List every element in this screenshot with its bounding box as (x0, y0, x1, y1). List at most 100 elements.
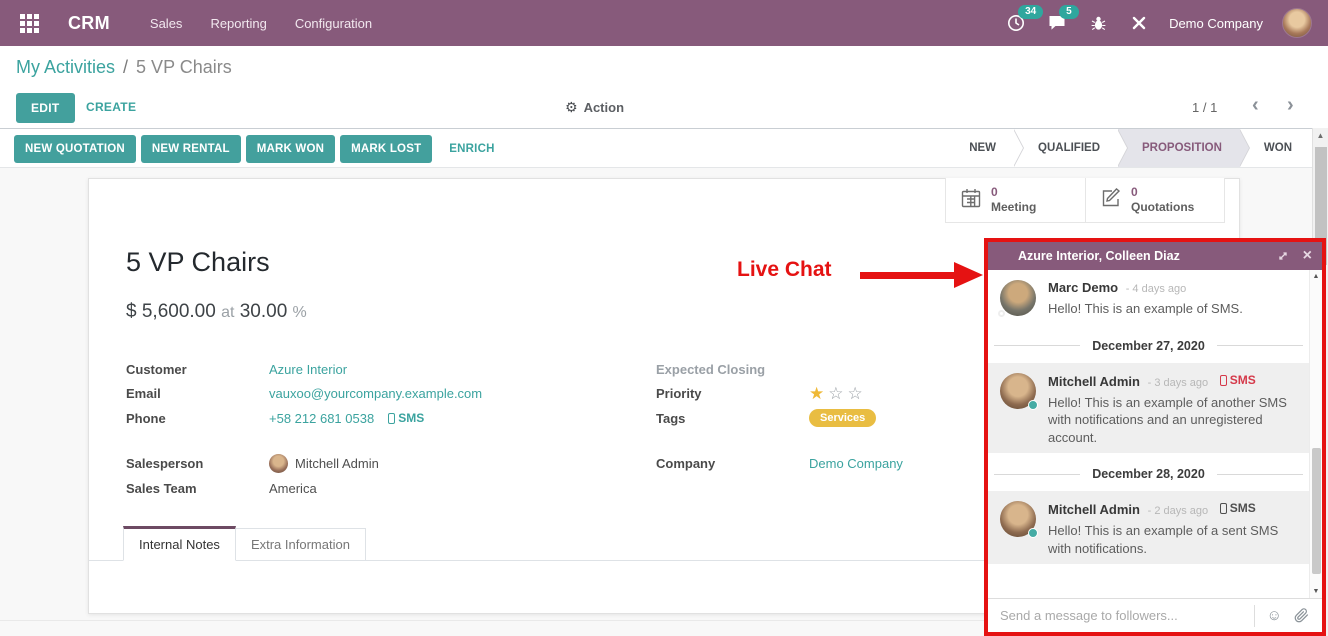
enrich-button[interactable]: ENRICH (449, 143, 494, 155)
priority-star-2-icon[interactable]: ☆ (828, 384, 843, 404)
new-rental-button[interactable]: NEW RENTAL (141, 135, 241, 163)
expand-icon[interactable] (1277, 250, 1289, 262)
apps-grid-icon[interactable] (16, 10, 42, 36)
expected-revenue: $ 5,600.00 (126, 301, 216, 322)
pager-next-icon[interactable]: › (1287, 94, 1294, 117)
menu-sales[interactable]: Sales (150, 16, 183, 31)
attachment-paperclip-icon[interactable] (1294, 608, 1322, 623)
crm-app-screen: CRM Sales Reporting Configuration 34 5 (0, 0, 1328, 636)
stat-button-box: 0 Meeting 0 Quotations (945, 178, 1225, 223)
sales-team-label: Sales Team (126, 481, 269, 496)
phone-icon (1220, 375, 1227, 386)
menu-configuration[interactable]: Configuration (295, 16, 372, 31)
chat-scrollbar-thumb[interactable] (1312, 448, 1321, 574)
meeting-stat-button[interactable]: 0 Meeting (945, 178, 1085, 223)
lead-title: 5 VP Chairs (126, 247, 270, 278)
at-word: at (221, 304, 234, 321)
priority-label: Priority (656, 386, 809, 401)
mitchell-admin-avatar (1000, 501, 1036, 537)
phone-value-link[interactable]: +58 212 681 0538 (269, 411, 374, 426)
company-value-link[interactable]: Demo Company (809, 456, 903, 471)
customer-value-link[interactable]: Azure Interior (269, 362, 347, 377)
priority-star-1-icon[interactable]: ★ (809, 384, 824, 404)
priority-star-3-icon[interactable]: ☆ (848, 384, 863, 404)
tab-internal-notes[interactable]: Internal Notes (123, 526, 236, 561)
messages-bubble-icon[interactable]: 5 (1046, 12, 1068, 34)
stage-new[interactable]: NEW (945, 129, 1014, 167)
sms-flag: SMS (1220, 372, 1256, 389)
form-statusbar: NEW QUOTATION NEW RENTAL MARK WON MARK L… (0, 128, 1328, 168)
chat-message: Mitchell Admin - 2 days ago SMS Hello! T… (988, 491, 1309, 564)
chat-message: Marc Demo - 4 days ago Hello! This is an… (988, 270, 1309, 325)
message-text: Hello! This is an example of SMS. (1048, 300, 1298, 318)
stage-won[interactable]: WON (1240, 129, 1310, 167)
email-field: Email vauxoo@yourcompany.example.com (126, 382, 546, 407)
chat-header[interactable]: Azure Interior, Colleen Diaz × (988, 242, 1322, 270)
message-author: Mitchell Admin (1048, 502, 1140, 517)
message-timestamp: - 3 days ago (1148, 377, 1209, 389)
message-author: Marc Demo (1048, 280, 1118, 295)
edit-button[interactable]: EDIT (16, 93, 75, 123)
live-chat-window: Azure Interior, Colleen Diaz × Marc Demo… (988, 242, 1322, 632)
mark-won-button[interactable]: MARK WON (246, 135, 335, 163)
close-icon[interactable]: × (1303, 248, 1312, 264)
breadcrumb-parent-link[interactable]: My Activities (16, 57, 115, 78)
emoji-icon[interactable]: ☺ (1255, 607, 1294, 624)
annotation-arrow-line (860, 272, 956, 279)
chat-scrollbar[interactable]: ▲ ▼ (1309, 270, 1322, 598)
sales-team-value: America (269, 481, 317, 496)
online-status-icon (1028, 528, 1038, 538)
company-switcher[interactable]: Demo Company (1169, 16, 1263, 31)
breadcrumb: My Activities / 5 VP Chairs (0, 46, 1328, 88)
live-chat-annotation-outline: Azure Interior, Colleen Diaz × Marc Demo… (984, 238, 1326, 636)
chat-message: Mitchell Admin - 3 days ago SMS Hello! T… (988, 363, 1309, 454)
scroll-up-icon[interactable]: ▲ (1310, 270, 1322, 283)
messages-count-badge: 5 (1059, 5, 1079, 19)
sms-button[interactable]: SMS (388, 411, 424, 425)
top-navbar: CRM Sales Reporting Configuration 34 5 (0, 0, 1328, 46)
tags-label: Tags (656, 411, 809, 426)
customer-field: Customer Azure Interior (126, 357, 546, 382)
scroll-up-icon[interactable]: ▲ (1313, 128, 1328, 144)
menu-reporting[interactable]: Reporting (210, 16, 266, 31)
phone-label: Phone (126, 411, 269, 426)
activities-count-badge: 34 (1018, 5, 1043, 19)
salesperson-field: Salesperson Mitchell Admin (126, 452, 546, 477)
scroll-down-icon[interactable]: ▼ (1310, 585, 1322, 598)
chat-message-input[interactable] (988, 608, 1254, 623)
date-divider: December 27, 2020 (994, 339, 1303, 353)
percent-sign: % (293, 304, 307, 321)
salesperson-avatar (269, 454, 288, 473)
action-menu-button[interactable]: ⚙ Action (565, 99, 624, 116)
stage-proposition[interactable]: PROPOSITION (1118, 129, 1240, 167)
debug-bug-icon[interactable] (1087, 12, 1109, 34)
app-name[interactable]: CRM (68, 13, 110, 34)
pager-previous-icon[interactable]: ‹ (1252, 94, 1259, 117)
offline-status-icon (998, 310, 1005, 317)
support-tools-icon[interactable] (1128, 12, 1150, 34)
email-label: Email (126, 386, 269, 401)
message-timestamp: - 2 days ago (1148, 505, 1209, 517)
salesperson-value: Mitchell Admin (295, 456, 379, 471)
sms-flag: SMS (1220, 500, 1256, 517)
message-text: Hello! This is an example of a sent SMS … (1048, 522, 1298, 557)
mark-lost-button[interactable]: MARK LOST (340, 135, 432, 163)
user-avatar[interactable] (1282, 8, 1312, 38)
phone-icon (388, 413, 395, 424)
online-status-icon (1028, 400, 1038, 410)
customer-label: Customer (126, 362, 269, 377)
action-menu-label: Action (584, 100, 624, 115)
chat-message-list: Marc Demo - 4 days ago Hello! This is an… (988, 270, 1322, 598)
stage-qualified[interactable]: QUALIFIED (1014, 129, 1118, 167)
new-quotation-button[interactable]: NEW QUOTATION (14, 135, 136, 163)
email-value-link[interactable]: vauxoo@yourcompany.example.com (269, 386, 482, 401)
company-label: Company (656, 456, 809, 471)
tag-services-badge: Services (809, 409, 876, 427)
create-button[interactable]: CREATE (86, 100, 136, 114)
quotations-stat-button[interactable]: 0 Quotations (1085, 178, 1225, 223)
activities-clock-icon[interactable]: 34 (1005, 12, 1027, 34)
date-divider-label: December 27, 2020 (1092, 339, 1205, 353)
tab-extra-information[interactable]: Extra Information (236, 528, 366, 561)
mitchell-admin-avatar (1000, 373, 1036, 409)
phone-field: Phone +58 212 681 0538 SMS (126, 406, 546, 431)
